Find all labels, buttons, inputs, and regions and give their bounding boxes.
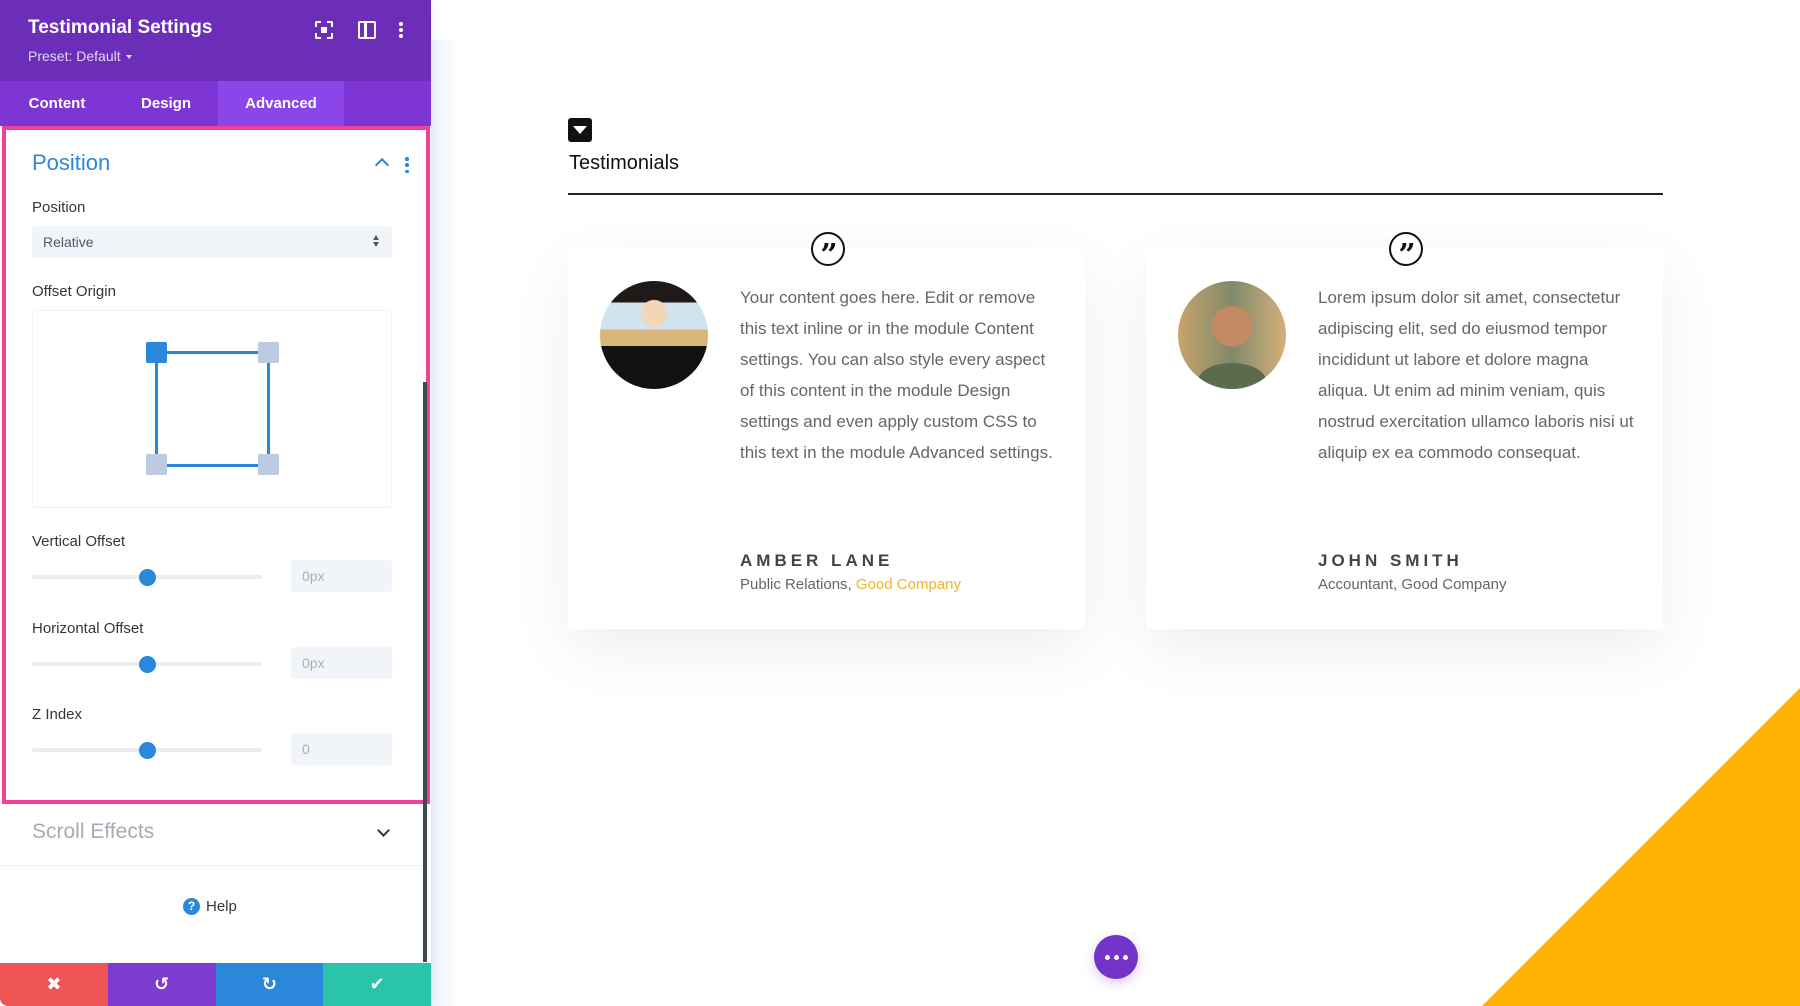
close-icon: ✖ [46,974,62,995]
panel-tabs: Content Design Advanced [0,81,431,126]
section-divider [568,193,1663,195]
preset-selector[interactable]: Preset: Default [28,48,132,64]
avatar [600,281,708,389]
author-name: AMBER LANE [740,551,894,570]
caret-down-icon [125,55,132,60]
page-settings-button[interactable] [1094,935,1138,979]
dot [1104,954,1110,960]
section-title: Testimonials [569,152,680,174]
tab-design[interactable]: Design [114,81,218,126]
dot [1122,954,1128,960]
job-title: Accountant, [1318,576,1398,593]
author-position: Public Relations, Good Company [740,576,961,593]
settings-panel: Testimonial Settings Preset: Default Con… [0,0,431,1006]
dot [1113,954,1119,960]
company-name: Good Company [1401,576,1507,593]
tab-content[interactable]: Content [0,81,114,126]
panel-header[interactable]: Testimonial Settings Preset: Default [0,0,431,81]
canvas-edge [431,40,461,1006]
quote-icon: ” [811,232,845,273]
more-options-icon[interactable] [396,21,406,39]
highlight-outline [2,126,430,804]
testimonial-card[interactable]: ” Your content goes here. Edit or remove… [568,232,1085,629]
group-title-scroll-effects[interactable]: Scroll Effects [32,820,154,844]
redo-icon: ↻ [261,974,277,995]
job-title: Public Relations, [740,576,852,593]
author-position: Accountant, Good Company [1318,576,1506,593]
quote-icon: ” [1389,232,1423,273]
checkmark-icon: ✔ [369,974,385,995]
avatar [1178,281,1286,389]
save-button[interactable]: ✔ [323,963,431,1006]
chevron-down-icon[interactable] [377,824,390,837]
redo-button[interactable]: ↻ [215,963,324,1006]
testimonial-card[interactable]: ” Lorem ipsum dolor sit amet, consectetu… [1146,232,1663,629]
author-name: JOHN SMITH [1318,551,1463,570]
undo-icon: ↺ [154,974,170,995]
divider [0,865,423,866]
panel-title: Testimonial Settings [28,17,213,38]
preset-label: Preset: Default [28,48,121,64]
dropdown-toggle-icon[interactable] [568,118,592,142]
undo-button[interactable]: ↺ [107,963,216,1006]
action-bar: ✖ ↺ ↻ ✔ [0,963,431,1006]
focus-mode-icon[interactable] [315,21,333,39]
help-label: Help [206,898,237,915]
decorative-triangle [1482,688,1800,1006]
panel-scrollbar[interactable] [423,382,427,962]
company-link[interactable]: Good Company [856,576,961,593]
help-icon: ? [183,898,200,915]
layout-toggle-icon[interactable] [358,21,376,39]
testimonial-text: Lorem ipsum dolor sit amet, consectetur … [1318,288,1634,462]
testimonial-text: Your content goes here. Edit or remove t… [740,288,1053,462]
help-link[interactable]: ? Help [183,898,237,915]
cancel-button[interactable]: ✖ [0,963,108,1006]
tab-advanced[interactable]: Advanced [218,81,344,126]
